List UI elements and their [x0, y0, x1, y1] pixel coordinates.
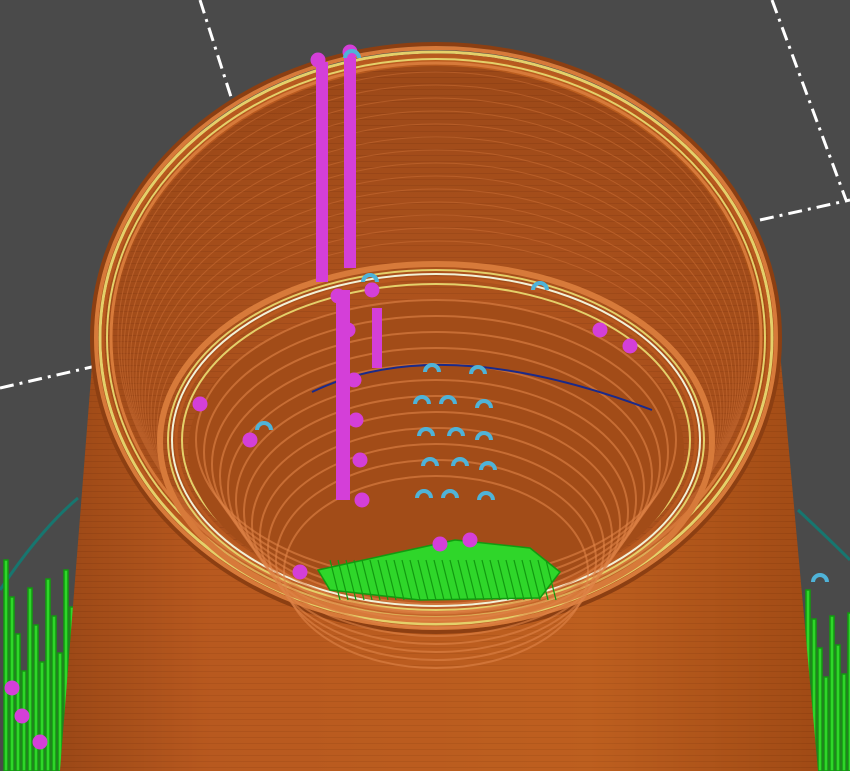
retraction-marker-icon: [432, 536, 448, 552]
support-pillar: [15, 633, 21, 771]
support-pillar: [817, 647, 823, 771]
retraction-marker-icon: [592, 322, 608, 338]
gcode-preview-viewport[interactable]: [0, 0, 850, 771]
retraction-marker-icon: [352, 452, 368, 468]
support-pillar: [3, 559, 9, 771]
retraction-marker-icon: [622, 338, 638, 354]
support-pillar: [835, 644, 841, 771]
support-pillar: [823, 676, 829, 771]
support-pillar: [39, 661, 45, 771]
retraction-marker-icon: [462, 532, 478, 548]
retraction-marker-icon: [14, 708, 30, 724]
retraction-marker-icon: [348, 412, 364, 428]
support-pillar: [51, 615, 57, 771]
retraction-column: [372, 308, 382, 368]
retraction-column: [344, 58, 356, 268]
retraction-marker-icon: [292, 564, 308, 580]
retraction-marker-icon: [364, 282, 380, 298]
retraction-marker-icon: [4, 680, 20, 696]
retraction-marker-icon: [354, 492, 370, 508]
retraction-marker-icon: [192, 396, 208, 412]
support-pillar: [33, 624, 39, 771]
support-pillar: [829, 615, 835, 771]
retraction-marker-icon: [242, 432, 258, 448]
support-pillar: [841, 673, 847, 771]
retraction-column: [316, 62, 328, 282]
retraction-column: [336, 290, 350, 500]
support-pillar: [27, 587, 33, 771]
retraction-marker-icon: [32, 734, 48, 750]
